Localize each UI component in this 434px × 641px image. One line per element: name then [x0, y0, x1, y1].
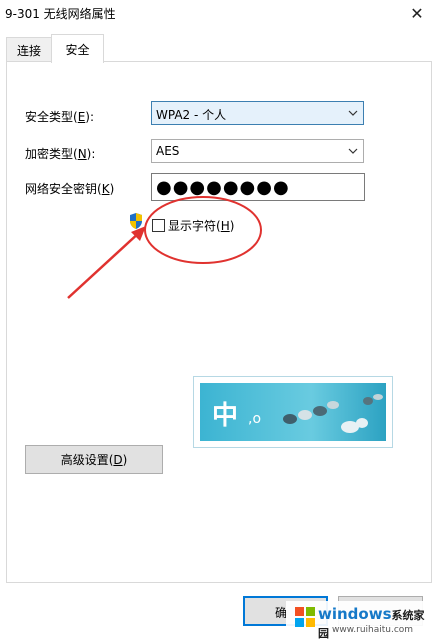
security-type-label: 安全类型(E): [25, 110, 95, 124]
decorative-banner: 中 ,o [193, 376, 393, 448]
watermark: windows系统家园 www.ruihaitu.com [286, 601, 434, 640]
watermark-brand: windows系统家园 [318, 605, 425, 640]
banner-char: 中 [212, 401, 239, 431]
encryption-type-label: 加密类型(N): [25, 147, 96, 161]
watermark-url: www.ruihaitu.com [332, 625, 414, 635]
show-characters-checkbox[interactable] [152, 219, 165, 232]
security-type-value: WPA2 - 个人 [156, 108, 227, 122]
chevron-down-icon [348, 148, 358, 154]
tab-connection[interactable]: 连接 [6, 37, 52, 62]
tab-security[interactable]: 安全 [51, 34, 104, 63]
title-bar: 9-301 无线网络属性 ✕ [0, 0, 434, 26]
encryption-type-value: AES [156, 144, 180, 158]
banner-suffix: ,o [248, 411, 262, 427]
close-icon: ✕ [410, 3, 424, 23]
chevron-down-icon [348, 110, 358, 116]
close-button[interactable]: ✕ [400, 0, 434, 26]
window-title: 9-301 无线网络属性 [5, 7, 116, 21]
uac-shield-icon [130, 213, 142, 229]
advanced-settings-button[interactable]: 高级设置(D) [25, 445, 163, 474]
security-type-select[interactable]: WPA2 - 个人 [151, 101, 364, 125]
network-key-input[interactable]: ●●●●●●●● [151, 173, 365, 201]
encryption-type-select[interactable]: AES [151, 139, 364, 163]
network-key-value: ●●●●●●●● [156, 177, 290, 198]
show-characters-label[interactable]: 显示字符(H) [168, 217, 234, 234]
windows-logo-icon [295, 607, 315, 627]
beads-illustration [283, 394, 383, 433]
network-key-label: 网络安全密钥(K) [25, 182, 115, 196]
